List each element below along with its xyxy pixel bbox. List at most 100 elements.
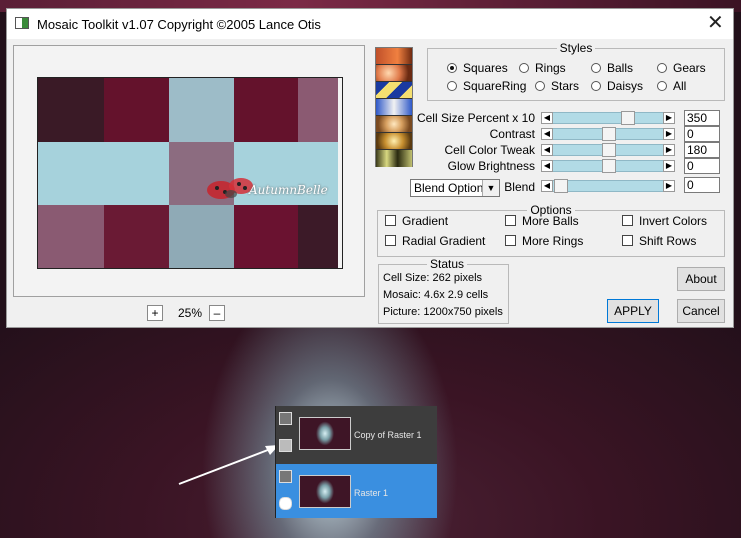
radio-icon[interactable] bbox=[535, 81, 545, 91]
app-icon bbox=[15, 17, 29, 29]
style-option-label: Gears bbox=[673, 61, 706, 75]
layer-visibility-toggle-icon[interactable] bbox=[279, 439, 292, 452]
slider-value-field[interactable]: 0 bbox=[684, 126, 720, 142]
layer-thumbnail bbox=[299, 417, 351, 450]
slider-left-arrow-icon[interactable]: ◀ bbox=[541, 180, 553, 192]
layer-row-copy-of-raster-1[interactable]: Copy of Raster 1 bbox=[276, 406, 437, 460]
style-thumb-balls[interactable] bbox=[376, 65, 412, 82]
slider-value-field[interactable]: 350 bbox=[684, 110, 720, 126]
zoom-out-button[interactable]: – bbox=[209, 305, 225, 321]
slider-right-arrow-icon[interactable]: ▶ bbox=[663, 160, 675, 172]
option-checkbox-5[interactable]: Shift Rows bbox=[622, 234, 696, 248]
window-title: Mosaic Toolkit v1.07 Copyright ©2005 Lan… bbox=[37, 17, 321, 32]
checkbox-icon[interactable] bbox=[385, 235, 396, 246]
radio-icon[interactable] bbox=[447, 63, 457, 73]
slider-right-arrow-icon[interactable]: ▶ bbox=[663, 112, 675, 124]
about-button[interactable]: About bbox=[677, 267, 725, 291]
style-radio-7[interactable]: All bbox=[657, 79, 686, 93]
style-option-label: SquareRing bbox=[463, 79, 527, 93]
slider-left-arrow-icon[interactable]: ◀ bbox=[541, 160, 553, 172]
mosaic-tile bbox=[169, 78, 234, 142]
style-option-label: Squares bbox=[463, 61, 508, 75]
style-thumb-diamonds[interactable] bbox=[376, 82, 412, 99]
radio-icon[interactable] bbox=[447, 81, 457, 91]
pointer-arrow-icon bbox=[178, 445, 279, 485]
layer-thumbnail bbox=[299, 475, 351, 508]
checkbox-icon[interactable] bbox=[622, 235, 633, 246]
blend-label: Blend bbox=[504, 180, 535, 194]
styles-title: Styles bbox=[559, 41, 593, 55]
checkbox-icon[interactable] bbox=[622, 215, 633, 226]
option-label: More Balls bbox=[522, 214, 579, 228]
radio-icon[interactable] bbox=[591, 63, 601, 73]
mosaic-tile bbox=[169, 205, 234, 268]
slider-left-arrow-icon[interactable]: ◀ bbox=[541, 144, 553, 156]
style-radio-4[interactable]: SquareRing bbox=[447, 79, 526, 93]
option-label: More Rings bbox=[522, 234, 584, 248]
style-thumb-squares[interactable] bbox=[376, 48, 412, 65]
style-radio-2[interactable]: Balls bbox=[591, 61, 633, 75]
status-group: Status Cell Size: 262 pixels Mosaic: 4.6… bbox=[378, 257, 509, 324]
style-radio-1[interactable]: Rings bbox=[519, 61, 566, 75]
style-option-label: Balls bbox=[607, 61, 634, 75]
layer-name: Copy of Raster 1 bbox=[354, 430, 422, 440]
style-radio-3[interactable]: Gears bbox=[657, 61, 706, 75]
slider-left-arrow-icon[interactable]: ◀ bbox=[541, 128, 553, 140]
close-icon[interactable]: ✕ bbox=[707, 12, 724, 34]
option-checkbox-4[interactable]: More Rings bbox=[505, 234, 583, 248]
layer-name: Raster 1 bbox=[354, 488, 389, 498]
slider-knob[interactable] bbox=[602, 159, 616, 173]
status-mosaic: Mosaic: 4.6x 2.9 cells bbox=[383, 289, 489, 301]
option-checkbox-2[interactable]: Invert Colors bbox=[622, 214, 707, 228]
slider-knob[interactable] bbox=[621, 111, 636, 125]
style-radio-5[interactable]: Stars bbox=[535, 79, 579, 93]
radio-icon[interactable] bbox=[519, 63, 529, 73]
slider-value-field[interactable]: 180 bbox=[684, 142, 720, 158]
layer-link-icon[interactable] bbox=[279, 470, 292, 483]
option-checkbox-0[interactable]: Gradient bbox=[385, 214, 448, 228]
checkbox-icon[interactable] bbox=[505, 215, 516, 226]
zoom-in-button[interactable]: + bbox=[147, 305, 163, 321]
eye-icon[interactable] bbox=[279, 497, 292, 510]
checkbox-icon[interactable] bbox=[505, 235, 516, 246]
slider-track[interactable]: ◀ ▶ bbox=[541, 127, 675, 141]
radio-icon[interactable] bbox=[657, 63, 667, 73]
slider-track[interactable]: ◀ ▶ bbox=[541, 111, 675, 125]
option-checkbox-3[interactable]: Radial Gradient bbox=[385, 234, 485, 248]
slider-knob[interactable] bbox=[554, 179, 568, 193]
apply-button[interactable]: APPLY bbox=[607, 299, 659, 323]
style-option-label: Daisys bbox=[607, 79, 644, 93]
watermark-text: AutumnBelle bbox=[249, 183, 328, 197]
slider-knob[interactable] bbox=[602, 127, 616, 141]
layer-link-icon[interactable] bbox=[279, 412, 292, 425]
style-radio-6[interactable]: Daisys bbox=[591, 79, 643, 93]
radio-icon[interactable] bbox=[657, 81, 667, 91]
layers-panel: Copy of Raster 1 Raster 1 bbox=[275, 406, 437, 518]
slider-track[interactable]: ◀ ▶ bbox=[541, 143, 675, 157]
slider-knob[interactable] bbox=[602, 143, 616, 157]
slider-value-field[interactable]: 0 bbox=[684, 158, 720, 174]
status-title: Status bbox=[427, 257, 468, 271]
mosaic-tile bbox=[38, 205, 104, 268]
cancel-button[interactable]: Cancel bbox=[677, 299, 725, 323]
option-checkbox-1[interactable]: More Balls bbox=[505, 214, 579, 228]
slider-right-arrow-icon[interactable]: ▶ bbox=[663, 128, 675, 140]
slider-right-arrow-icon[interactable]: ▶ bbox=[663, 144, 675, 156]
slider-right-arrow-icon[interactable]: ▶ bbox=[663, 180, 675, 192]
layer-row-raster-1[interactable]: Raster 1 bbox=[276, 464, 437, 518]
blend-slider[interactable]: ◀ ▶ bbox=[541, 179, 675, 193]
slider-label: Contrast bbox=[489, 127, 535, 141]
slider-track[interactable]: ◀ ▶ bbox=[541, 159, 675, 173]
mosaic-toolkit-dialog: Mosaic Toolkit v1.07 Copyright ©2005 Lan… bbox=[6, 8, 734, 328]
checkbox-icon[interactable] bbox=[385, 215, 396, 226]
style-radio-0[interactable]: Squares bbox=[447, 61, 508, 75]
title-bar[interactable]: Mosaic Toolkit v1.07 Copyright ©2005 Lan… bbox=[7, 9, 733, 39]
radio-icon[interactable] bbox=[591, 81, 601, 91]
style-option-label: Rings bbox=[535, 61, 566, 75]
mosaic-tile bbox=[298, 78, 338, 142]
option-label: Radial Gradient bbox=[402, 234, 486, 248]
blend-value-field[interactable]: 0 bbox=[684, 177, 720, 193]
mosaic-tile bbox=[234, 78, 298, 142]
slider-left-arrow-icon[interactable]: ◀ bbox=[541, 112, 553, 124]
option-label: Gradient bbox=[402, 214, 449, 228]
